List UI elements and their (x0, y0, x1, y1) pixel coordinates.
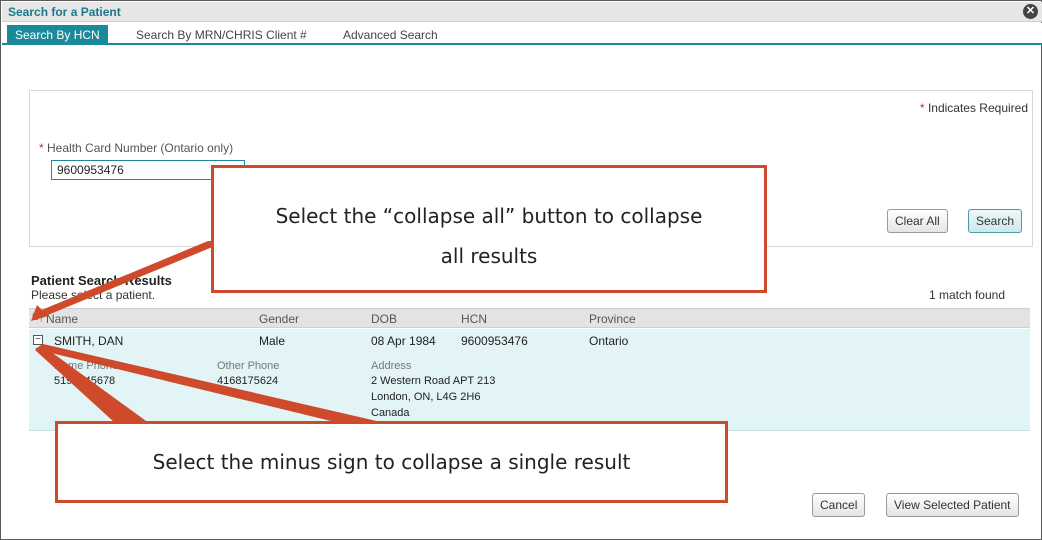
other-phone-value: 4168175624 (217, 375, 279, 387)
clear-all-button[interactable]: Clear All (887, 209, 948, 233)
patient-gender: Male (259, 334, 286, 348)
view-selected-patient-button[interactable]: View Selected Patient (886, 493, 1019, 517)
column-header-name[interactable]: Name (46, 312, 78, 326)
address-line-3: Canada (371, 407, 410, 419)
patient-hcn: 9600953476 (461, 334, 528, 348)
address-label: Address (371, 360, 412, 372)
close-icon[interactable]: ✕ (1023, 4, 1038, 19)
search-patient-dialog: Search for a Patient ✕ Search By HCN Sea… (0, 0, 1042, 540)
cancel-button[interactable]: Cancel (812, 493, 866, 517)
collapse-row-minus-icon[interactable]: − (33, 335, 43, 345)
home-phone-label: Home Phone (54, 360, 119, 372)
callout-collapse-single: Select the minus sign to collapse a sing… (55, 421, 728, 503)
column-header-hcn[interactable]: HCN (461, 312, 487, 326)
hcn-label: * Health Card Number (Ontario only) (39, 141, 234, 155)
table-row[interactable]: − SMITH, DAN Male 08 Apr 1984 9600953476… (29, 329, 1030, 431)
match-count: 1 match found (928, 288, 1005, 302)
column-header-province[interactable]: Province (589, 312, 636, 326)
address-line-1: 2 Western Road APT 213 (371, 375, 496, 387)
results-table-header: ≡↑ Name Gender DOB HCN Province (29, 308, 1030, 328)
required-note: * Indicates Required (919, 101, 1028, 115)
other-phone-label: Other Phone (217, 360, 280, 372)
callout-collapse-all: Select the “collapse all” button to coll… (211, 165, 767, 293)
tab-search-by-mrn[interactable]: Search By MRN/CHRIS Client # (128, 25, 315, 44)
column-header-gender[interactable]: Gender (259, 312, 299, 326)
patient-name: SMITH, DAN (54, 334, 124, 348)
results-subtext: Please select a patient. (31, 288, 156, 302)
tab-search-by-hcn[interactable]: Search By HCN (7, 25, 108, 44)
home-phone-value: 5192345678 (54, 375, 116, 387)
search-tabs: Search By HCN Search By MRN/CHRIS Client… (2, 23, 1042, 45)
address-line-2: London, ON, L4G 2H6 (371, 391, 481, 403)
column-header-dob[interactable]: DOB (371, 312, 397, 326)
collapse-all-icon[interactable]: ≡↑ (32, 312, 44, 324)
patient-province: Ontario (589, 334, 629, 348)
tab-advanced-search[interactable]: Advanced Search (335, 25, 446, 44)
dialog-titlebar: Search for a Patient ✕ (2, 2, 1042, 22)
search-button[interactable]: Search (968, 209, 1023, 233)
dialog-title: Search for a Patient (8, 5, 121, 19)
patient-dob: 08 Apr 1984 (371, 334, 436, 348)
results-heading: Patient Search Results (31, 273, 172, 288)
